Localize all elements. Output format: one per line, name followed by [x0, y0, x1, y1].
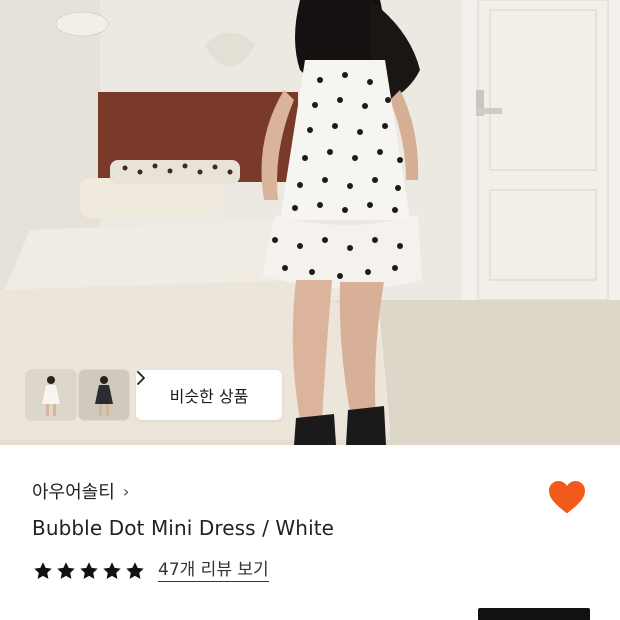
chevron-right-icon: ›	[122, 481, 130, 501]
similar-products-button[interactable]: 비슷한 상품	[136, 370, 282, 420]
black-dress-thumbnail-icon	[79, 370, 129, 420]
similar-products-label: 비슷한 상품	[169, 387, 249, 406]
product-hero-image[interactable]: 비슷한 상품	[0, 0, 620, 445]
view-reviews-link[interactable]: 47개 리뷰 보기	[158, 560, 269, 582]
thumbnail-white-dress[interactable]	[26, 370, 76, 420]
like-button[interactable]	[544, 474, 590, 520]
star-icon	[57, 562, 75, 579]
white-dress-thumbnail-icon	[26, 370, 76, 420]
bottom-action-button[interactable]	[478, 608, 590, 620]
rating-row: 47개 리뷰 보기	[32, 560, 269, 582]
star-icon	[34, 562, 52, 579]
chevron-right-icon	[137, 371, 145, 385]
star-rating	[32, 560, 146, 582]
star-icon	[80, 562, 98, 579]
product-title: Bubble Dot Mini Dress / White	[32, 516, 335, 540]
thumbnail-black-dress[interactable]	[79, 370, 129, 420]
star-icon	[103, 562, 121, 579]
brand-link[interactable]: 아우어솔티 ›	[32, 478, 129, 504]
star-icon	[126, 562, 144, 579]
heart-icon	[549, 480, 585, 514]
brand-name: 아우어솔티	[32, 482, 115, 503]
